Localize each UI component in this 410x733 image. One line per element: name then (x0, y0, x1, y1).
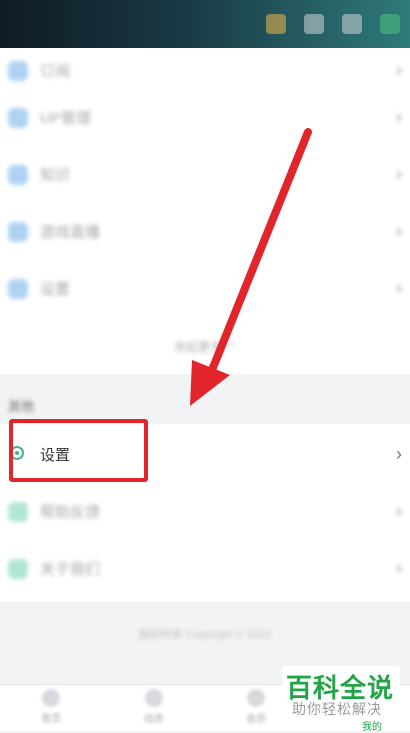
chevron-right-icon: › (396, 164, 402, 185)
chevron-right-icon: › (396, 444, 402, 465)
list-item-up-manage[interactable]: UP管理 › (0, 89, 410, 146)
footer-copyright: 版权所有 Copyright © 2021 (0, 626, 410, 642)
section-title: 其他 (8, 396, 34, 415)
mine-tab-label[interactable]: 我的 (362, 718, 382, 733)
chevron-right-icon: › (396, 501, 402, 522)
collapse-more-link[interactable]: 收起更多 ⌃ (0, 338, 410, 355)
service-list: 订阅 › UP管理 › 知识 › 游戏直播 › 设置 › 收起更多 ⌃ (0, 48, 410, 374)
list-item-misc[interactable]: 设置 › (0, 260, 410, 317)
book-icon (8, 165, 28, 185)
chevron-right-icon: › (396, 221, 402, 242)
nav-dynamic[interactable]: 动态 (103, 685, 206, 731)
help-icon (8, 502, 28, 522)
scan-icon[interactable] (342, 14, 362, 34)
nav-home[interactable]: 首页 (0, 685, 103, 731)
message-icon[interactable] (304, 14, 324, 34)
settings-shortcut-icon[interactable] (380, 14, 400, 34)
chevron-right-icon: › (396, 107, 402, 128)
chevron-right-icon: › (396, 278, 402, 299)
chevron-right-icon: › (396, 60, 402, 81)
dynamic-tab-icon (145, 689, 163, 707)
list-item-knowledge[interactable]: 知识 › (0, 146, 410, 203)
bookmark-icon (8, 61, 28, 81)
home-tab-icon (42, 689, 60, 707)
highlight-box (9, 419, 148, 482)
info-icon (8, 559, 28, 579)
watermark-subtitle: 助你轻松解决 (292, 699, 382, 719)
status-bar (0, 0, 410, 48)
list-item-live[interactable]: 游戏直播 › (0, 203, 410, 260)
list-item-about[interactable]: 关于我们 › (0, 540, 410, 597)
list-item-help[interactable]: 帮助反馈 › (0, 483, 410, 540)
folder-icon (8, 108, 28, 128)
cloud-icon (8, 279, 28, 299)
watermark-logo: 百科全说 助你轻松解决 我的 (282, 666, 400, 730)
status-icons (266, 14, 400, 34)
member-tab-icon (247, 689, 265, 707)
globe-icon (8, 222, 28, 242)
home-icon[interactable] (266, 14, 286, 34)
chevron-right-icon: › (396, 558, 402, 579)
